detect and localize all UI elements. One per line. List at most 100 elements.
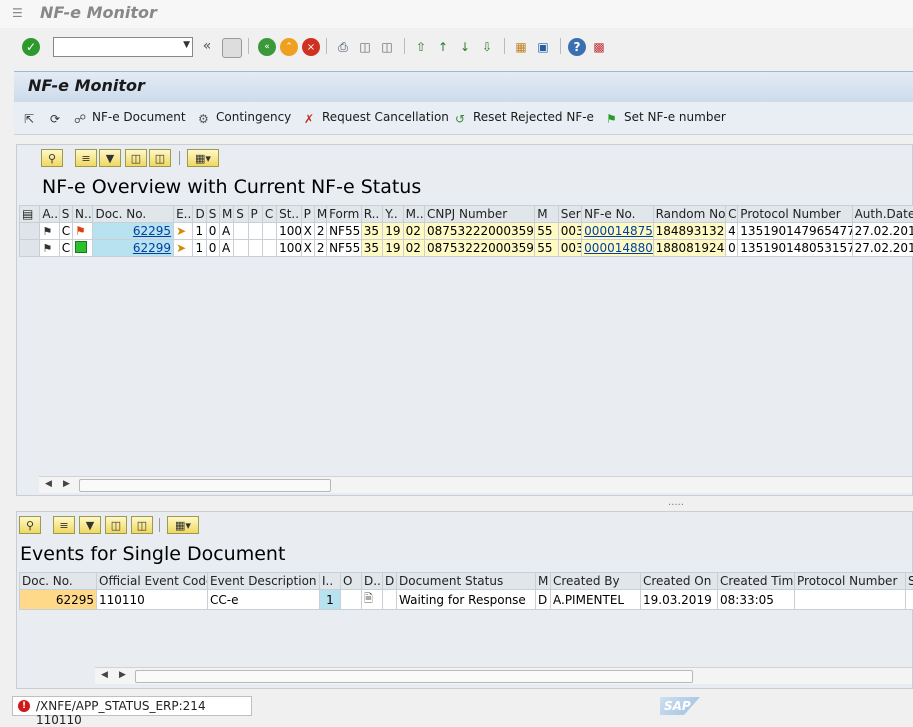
menu-icon[interactable]: ☰: [12, 6, 26, 18]
column-header[interactable]: NF-e No.: [582, 206, 653, 223]
scroll-left-icon[interactable]: ◀: [45, 479, 52, 489]
select-icon[interactable]: ⇱: [24, 110, 42, 126]
shortcut-icon[interactable]: ▣: [534, 38, 552, 56]
reset-rejected-button[interactable]: ↺Reset Rejected NF-e: [455, 110, 594, 126]
column-header[interactable]: M: [536, 573, 551, 590]
column-header[interactable]: Protocol Number: [795, 573, 906, 590]
contingency-button[interactable]: ⚙Contingency: [198, 110, 291, 126]
column-header[interactable]: D..: [362, 573, 383, 590]
find-icon[interactable]: ◫: [356, 38, 374, 56]
layout-header-icon[interactable]: ▤: [20, 206, 40, 223]
find-next-icon[interactable]: ◫: [149, 149, 171, 167]
column-header[interactable]: D: [193, 206, 206, 223]
layout-icon[interactable]: ▦▾: [187, 149, 219, 167]
back-icon[interactable]: «: [258, 38, 276, 56]
column-header[interactable]: Random No.: [653, 206, 725, 223]
create-session-icon[interactable]: ▦: [512, 38, 530, 56]
column-header[interactable]: Form: [327, 206, 362, 223]
find-next-icon[interactable]: ◫: [378, 38, 396, 56]
column-header[interactable]: CNPJ Number: [425, 206, 535, 223]
sort-ascending-icon[interactable]: ≡: [53, 516, 75, 534]
set-nfe-number-button[interactable]: ⚑Set NF-e number: [606, 110, 726, 126]
nfe-number-link[interactable]: 000014875: [584, 224, 653, 238]
refresh-icon[interactable]: ⟳: [50, 110, 68, 126]
previous-page-icon[interactable]: ↑: [434, 38, 452, 56]
column-header[interactable]: P: [301, 206, 314, 223]
scroll-left-icon[interactable]: ◀: [101, 670, 108, 680]
column-header[interactable]: S: [906, 573, 913, 590]
column-header[interactable]: M: [535, 206, 558, 223]
request-cancellation-button[interactable]: ✗Request Cancellation: [304, 110, 449, 126]
filter-icon[interactable]: ▼: [79, 516, 101, 534]
details-icon[interactable]: ⚲: [41, 149, 63, 167]
column-header[interactable]: M..: [403, 206, 424, 223]
filter-icon[interactable]: ▼: [99, 149, 121, 167]
customize-layout-icon[interactable]: ▩: [590, 38, 608, 56]
layout-icon[interactable]: ▦▾: [167, 516, 199, 534]
exit-icon[interactable]: ⌃: [280, 38, 298, 56]
column-header[interactable]: S: [206, 206, 219, 223]
next-page-icon[interactable]: ↓: [456, 38, 474, 56]
column-header[interactable]: Created Time: [718, 573, 795, 590]
table-row[interactable]: 62295 110110 CC-e 1 🗎 Waiting for Respon…: [20, 590, 913, 610]
column-header[interactable]: D: [383, 573, 397, 590]
column-header[interactable]: N..: [73, 206, 93, 223]
scroll-right-icon[interactable]: ▶: [119, 670, 126, 680]
nfe-number-link[interactable]: 000014880: [584, 241, 653, 255]
enter-icon[interactable]: ✓: [22, 38, 40, 56]
save-icon[interactable]: [222, 38, 242, 58]
column-header[interactable]: P: [248, 206, 262, 223]
doc-number-link[interactable]: 62295: [133, 224, 171, 238]
column-header[interactable]: Event Description: [208, 573, 320, 590]
column-header[interactable]: S: [234, 206, 248, 223]
table-row[interactable]: ⚑ C 62299 ➤ 1 0 A 100 X 2 NF55 35 19 02 …: [20, 240, 913, 257]
column-header[interactable]: C: [262, 206, 276, 223]
document-icon[interactable]: 🗎: [362, 590, 383, 610]
column-header[interactable]: I..: [320, 573, 341, 590]
scroll-right-icon[interactable]: ▶: [63, 479, 70, 489]
column-header[interactable]: Doc. No.: [93, 206, 174, 223]
last-page-icon[interactable]: ⇩: [478, 38, 496, 56]
print-icon[interactable]: ⎙: [334, 38, 352, 56]
arrow-icon[interactable]: ➤: [174, 240, 193, 257]
column-header[interactable]: M: [314, 206, 326, 223]
column-header[interactable]: Auth.Date: [852, 206, 913, 223]
chevron-down-icon[interactable]: ▼: [183, 40, 190, 50]
find-icon[interactable]: ◫: [105, 516, 127, 534]
column-header[interactable]: Y..: [383, 206, 403, 223]
column-header[interactable]: C: [726, 206, 738, 223]
find-next-icon[interactable]: ◫: [131, 516, 153, 534]
help-icon[interactable]: ?: [568, 38, 586, 56]
command-input[interactable]: [54, 38, 178, 56]
column-header[interactable]: Created By: [551, 573, 641, 590]
arrow-icon[interactable]: ➤: [174, 223, 193, 240]
column-header[interactable]: O: [341, 573, 362, 590]
column-header[interactable]: Created On: [641, 573, 718, 590]
command-field[interactable]: ▼: [53, 37, 193, 57]
column-header[interactable]: St..: [277, 206, 301, 223]
column-header[interactable]: Protocol Number: [738, 206, 852, 223]
doc-number-link[interactable]: 62299: [133, 241, 171, 255]
column-header[interactable]: S: [59, 206, 72, 223]
collapse-icon[interactable]: «: [198, 37, 216, 55]
column-header[interactable]: E..: [174, 206, 193, 223]
scrollbar-thumb[interactable]: [79, 479, 331, 492]
sort-ascending-icon[interactable]: ≡: [75, 149, 97, 167]
find-icon[interactable]: ◫: [125, 149, 147, 167]
table-row[interactable]: ⚑ C ⚑ 62295 ➤ 1 0 A 100 X 2 NF55 35 19 0…: [20, 223, 913, 240]
overview-horizontal-scrollbar[interactable]: ◀ ▶: [39, 476, 912, 493]
row-selector[interactable]: [20, 240, 40, 257]
column-header[interactable]: M: [219, 206, 233, 223]
events-horizontal-scrollbar[interactable]: ◀ ▶: [95, 667, 912, 684]
first-page-icon[interactable]: ⇧: [412, 38, 430, 56]
column-header[interactable]: Ser: [558, 206, 581, 223]
column-header[interactable]: Doc. No.: [20, 573, 97, 590]
status-message[interactable]: ! /XNFE/APP_STATUS_ERP:214 110110: [12, 696, 252, 716]
cancel-icon[interactable]: ×: [302, 38, 320, 56]
details-icon[interactable]: ⚲: [19, 516, 41, 534]
column-header[interactable]: Document Status: [397, 573, 536, 590]
column-header[interactable]: R..: [361, 206, 382, 223]
scrollbar-thumb[interactable]: [135, 670, 693, 683]
column-header[interactable]: A..: [40, 206, 59, 223]
splitter-handle[interactable]: .....: [668, 497, 684, 508]
